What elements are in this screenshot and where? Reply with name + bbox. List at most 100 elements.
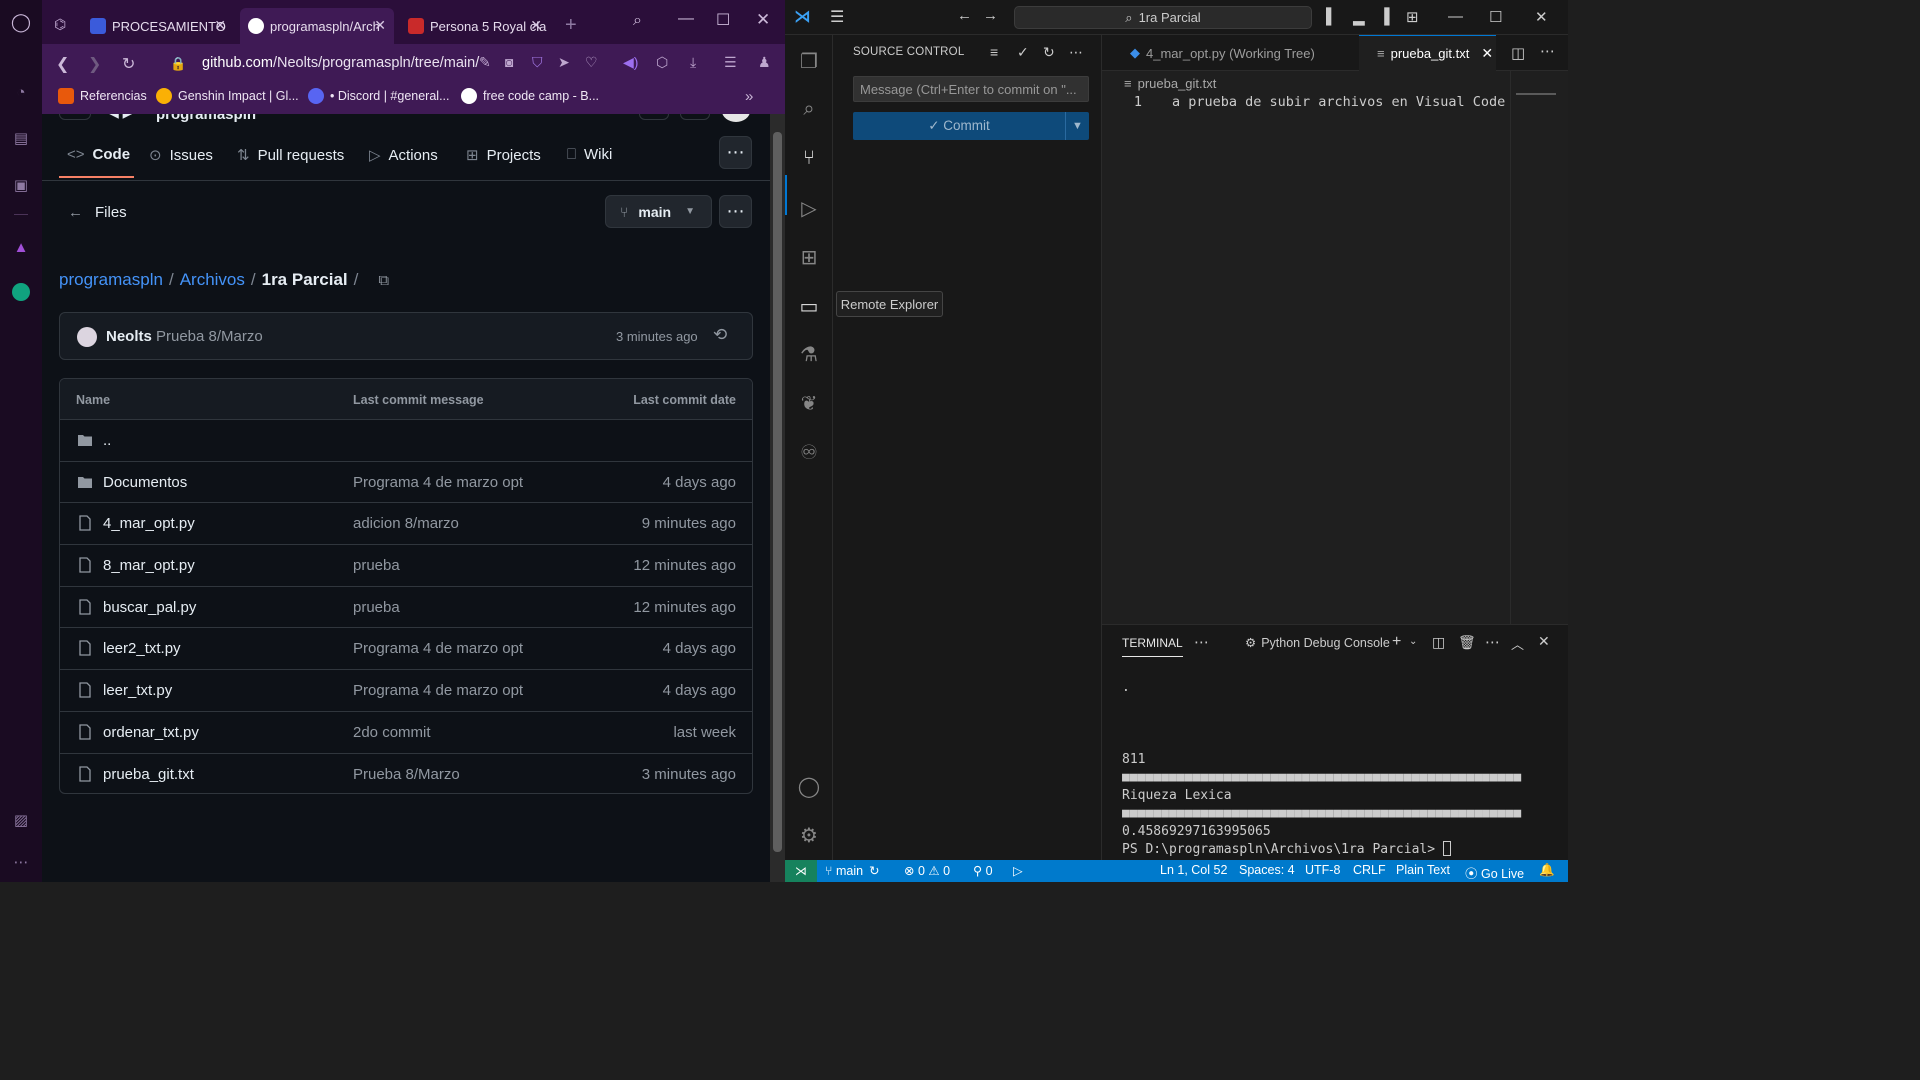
- forward-icon[interactable]: ❯: [88, 54, 101, 74]
- tab-pull-requests[interactable]: ⇅ Pull requests: [237, 146, 344, 165]
- commit-message-link[interactable]: adicion 8/marzo: [353, 515, 459, 532]
- header-button[interactable]: [639, 114, 669, 120]
- player-icon[interactable]: ◀): [623, 54, 638, 71]
- file-name-link[interactable]: buscar_pal.py: [103, 599, 196, 616]
- github-logo-icon[interactable]: ◀ ▶: [108, 114, 133, 121]
- reload-icon[interactable]: ↻: [122, 54, 135, 74]
- encoding[interactable]: UTF-8: [1305, 863, 1340, 877]
- cube-icon[interactable]: ⬡: [656, 54, 668, 71]
- notifications-bell-icon[interactable]: 🔔: [1539, 863, 1555, 878]
- close-tab-icon[interactable]: ✕: [214, 17, 226, 34]
- table-row[interactable]: 8_mar_opt.py prueba 12 minutes ago: [60, 545, 752, 587]
- speed-dial-icon[interactable]: ◔: [11, 82, 31, 102]
- bookmarks-overflow-icon[interactable]: »: [745, 88, 753, 105]
- extensions-icon[interactable]: ⊞: [796, 244, 822, 270]
- remote-indicator[interactable]: ⋊: [785, 860, 817, 882]
- table-row[interactable]: prueba_git.txt Prueba 8/Marzo 3 minutes ag…: [60, 754, 752, 794]
- command-center-search[interactable]: ⌕ 1ra Parcial: [1014, 6, 1312, 29]
- bookmark-referencias[interactable]: Referencias: [58, 88, 147, 104]
- heart-icon[interactable]: ♡: [585, 54, 598, 71]
- minimize-button[interactable]: —: [1448, 8, 1463, 25]
- commit-button[interactable]: ✓ Commit ▼: [853, 112, 1089, 140]
- menu-button[interactable]: [59, 114, 91, 120]
- maximize-button[interactable]: ☐: [716, 10, 730, 30]
- tab-github[interactable]: programaspln/Arch ✕: [240, 8, 394, 44]
- accounts-icon[interactable]: ◯: [796, 773, 822, 799]
- line-ending[interactable]: CRLF: [1353, 863, 1386, 877]
- table-row[interactable]: leer_txt.py Programa 4 de marzo opt 4 days…: [60, 670, 752, 712]
- avatar[interactable]: [722, 114, 750, 122]
- refresh-icon[interactable]: ↻: [1043, 44, 1055, 61]
- profile-icon[interactable]: ♟: [758, 54, 771, 71]
- copy-path-icon[interactable]: ⧉: [378, 272, 389, 289]
- more-icon[interactable]: ⋯: [11, 852, 31, 872]
- tab-menu-icon[interactable]: ⌬: [54, 16, 66, 33]
- table-row[interactable]: 4_mar_opt.py adicion 8/marzo 9 minutes ago: [60, 503, 752, 546]
- view-as-tree-icon[interactable]: ≡: [990, 44, 998, 60]
- commit-message-link[interactable]: prueba: [353, 557, 400, 574]
- code-line[interactable]: 1 a prueba de subir archivos en Visual C…: [1102, 94, 1568, 113]
- settings-gear-icon[interactable]: ⚙: [796, 822, 822, 848]
- tab-issues[interactable]: ⊙ Issues: [149, 146, 213, 165]
- more-options-button[interactable]: ⋯: [719, 195, 752, 228]
- commit-author[interactable]: Neolts: [106, 328, 152, 345]
- branch-status[interactable]: ⑂ main ↻: [825, 863, 880, 878]
- aria-icon[interactable]: ▲: [11, 237, 31, 257]
- run-debug-icon[interactable]: ▷: [796, 195, 822, 221]
- remote-explorer-icon[interactable]: ▭: [796, 293, 822, 319]
- file-name-link[interactable]: 8_mar_opt.py: [103, 557, 195, 574]
- indentation[interactable]: Spaces: 4: [1239, 863, 1295, 877]
- bookmark-freecodecamp[interactable]: free code camp - B...: [461, 88, 599, 104]
- text-editor[interactable]: ≡ prueba_git.txt 1 a prueba de subir arch…: [1102, 71, 1568, 624]
- shield-icon[interactable]: ⛉: [532, 54, 543, 71]
- editor-tab[interactable]: ◆ 4_mar_opt.py (Working Tree): [1102, 35, 1359, 71]
- tab-projects[interactable]: ⊞ Projects: [466, 146, 541, 165]
- branch-selector[interactable]: ⑂ main ▼: [605, 195, 712, 228]
- commit-message-link[interactable]: Programa 4 de marzo opt: [353, 474, 523, 491]
- more-tabs-button[interactable]: ⋯: [719, 136, 752, 169]
- commit-message-input[interactable]: Message (Ctrl+Enter to commit on "...: [853, 76, 1089, 102]
- more-actions-icon[interactable]: ⋯: [1069, 44, 1083, 61]
- more-views-icon[interactable]: ⋯: [1194, 633, 1209, 651]
- breadcrumb-folder-link[interactable]: Archivos: [180, 270, 245, 290]
- maximize-panel-icon[interactable]: ︿: [1511, 634, 1524, 653]
- commit-message-link[interactable]: prueba: [353, 599, 400, 616]
- gallery-icon[interactable]: ▨: [11, 810, 31, 830]
- ai-chip-icon[interactable]: ▣: [11, 175, 31, 195]
- tab-wiki[interactable]: ⎕ Wiki: [567, 146, 612, 163]
- commit-message-link[interactable]: 2do commit: [353, 724, 431, 741]
- trash-icon[interactable]: 🗑: [1458, 634, 1476, 651]
- commit-message-link[interactable]: Prueba 8/Marzo: [353, 766, 460, 783]
- cursor-position[interactable]: Ln 1, Col 52: [1160, 863, 1227, 877]
- commit-check-icon[interactable]: ✓: [1017, 44, 1029, 61]
- easy-setup-icon[interactable]: ☰: [724, 54, 737, 71]
- toggle-primary-sidebar-icon[interactable]: ▌: [1326, 8, 1337, 25]
- table-row[interactable]: leer2_txt.py Programa 4 de marzo opt 4 day…: [60, 628, 752, 671]
- maximize-button[interactable]: ☐: [1489, 8, 1502, 26]
- table-row[interactable]: Documentos Programa 4 de marzo opt 4 days …: [60, 462, 752, 504]
- explorer-icon[interactable]: ❐: [796, 48, 822, 74]
- file-name-link[interactable]: ordenar_txt.py: [103, 724, 199, 741]
- files-toggle[interactable]: ← Files: [68, 204, 127, 221]
- forward-icon[interactable]: →: [983, 7, 998, 24]
- python-icon[interactable]: ♾: [796, 439, 822, 465]
- tab-terminal[interactable]: TERMINAL: [1122, 636, 1183, 657]
- file-name-link[interactable]: Documentos: [103, 474, 187, 491]
- file-name-link[interactable]: 4_mar_opt.py: [103, 515, 195, 532]
- tab-procesamiento[interactable]: PROCESAMIENTO ✕: [82, 8, 234, 44]
- toggle-panel-icon[interactable]: ▂: [1353, 8, 1365, 26]
- new-tab-button[interactable]: +: [565, 14, 577, 37]
- editor-breadcrumb[interactable]: ≡ prueba_git.txt: [1124, 76, 1216, 91]
- scrollbar-thumb[interactable]: [773, 132, 782, 852]
- url-field[interactable]: github.com/Neolts/programaspln/tree/main…: [202, 55, 479, 71]
- commit-message[interactable]: Prueba 8/Marzo: [156, 328, 263, 345]
- ports-status[interactable]: ⚲ 0: [973, 863, 993, 878]
- chevron-down-icon[interactable]: ⌄: [1409, 636, 1417, 647]
- editor-tab-active[interactable]: ≡ prueba_git.txt ✕: [1359, 35, 1496, 71]
- search-tabs-icon[interactable]: ⌕: [633, 12, 642, 30]
- minimize-button[interactable]: —: [678, 10, 694, 28]
- toggle-secondary-sidebar-icon[interactable]: ▐: [1379, 8, 1390, 25]
- table-row[interactable]: buscar_pal.py prueba 12 minutes ago: [60, 587, 752, 629]
- close-window-button[interactable]: ✕: [1535, 8, 1548, 26]
- download-icon[interactable]: ⤓: [690, 54, 696, 71]
